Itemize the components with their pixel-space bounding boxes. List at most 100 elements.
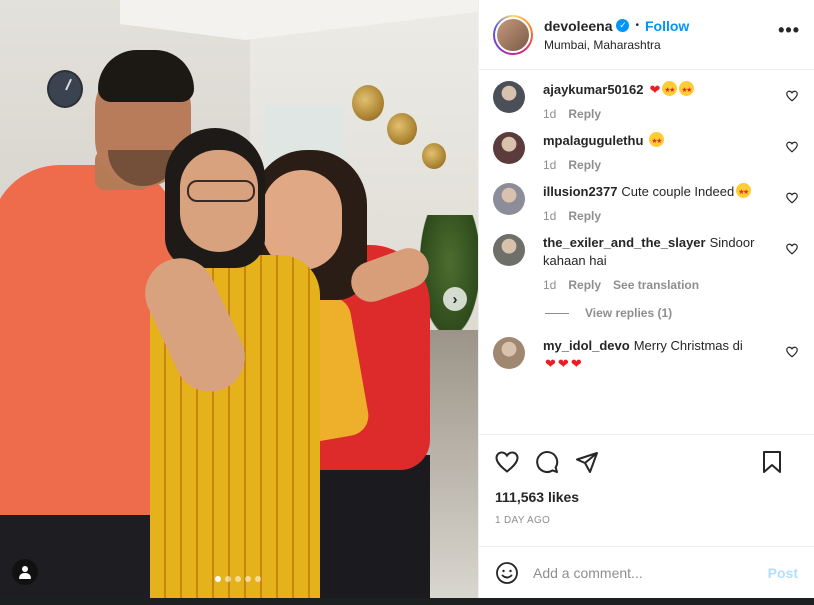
avatar[interactable] [493, 337, 525, 369]
post-header: devoleena ✓ • Follow Mumbai, Maharashtra… [479, 0, 814, 70]
replies-divider [545, 312, 569, 314]
star-struck-emoji-icon [662, 81, 678, 100]
post-side-panel: devoleena ✓ • Follow Mumbai, Maharashtra… [478, 0, 814, 598]
separator-dot: • [635, 20, 639, 31]
photo-figure [310, 455, 430, 598]
like-comment-heart-icon[interactable] [786, 242, 798, 255]
comment-meta: 1d Reply [543, 107, 774, 121]
comment-time[interactable]: 1d [543, 209, 556, 223]
reply-button[interactable]: Reply [568, 107, 601, 121]
comment-input[interactable]: Add a comment... [533, 565, 768, 581]
photo-figure [0, 165, 175, 515]
comment-time[interactable]: 1d [543, 158, 556, 172]
carousel-dot [215, 576, 221, 582]
comment-body: mpalagugulethu 1d Reply [543, 132, 800, 172]
view-replies-label: View replies (1) [585, 306, 673, 320]
comment-item: my_idol_devo Merry Christmas di ❤ ❤ ❤ [493, 337, 800, 373]
like-heart-icon[interactable] [495, 451, 519, 473]
star-struck-emoji-icon [649, 132, 665, 151]
like-comment-heart-icon[interactable] [786, 345, 798, 358]
carousel-dot [235, 576, 241, 582]
share-send-icon[interactable] [575, 450, 599, 474]
like-comment-heart-icon[interactable] [786, 89, 798, 102]
post-actions: 111,563 likes 1 DAY AGO [479, 434, 814, 546]
comment-body: illusion2377 Cute couple Indeed 1d Reply [543, 183, 800, 223]
avatar[interactable] [493, 234, 525, 266]
comment-username[interactable]: the_exiler_and_the_slayer [543, 235, 706, 250]
photo-figure [98, 50, 194, 102]
comment-time[interactable]: 1d [543, 278, 556, 292]
reply-button[interactable]: Reply [568, 209, 601, 223]
comment-text: mpalagugulethu [543, 132, 774, 151]
comment-text: my_idol_devo Merry Christmas di ❤ ❤ ❤ [543, 337, 774, 373]
red-heart-emoji-icon: ❤ [557, 356, 569, 371]
reply-button[interactable]: Reply [568, 158, 601, 172]
comment-spacer [493, 320, 800, 326]
comment-username[interactable]: my_idol_devo [543, 338, 630, 353]
comment-username[interactable]: mpalagugulethu [543, 133, 643, 148]
chevron-right-icon: › [452, 290, 458, 308]
comment-message: Merry Christmas di [633, 338, 743, 353]
brass-plate [422, 143, 446, 169]
more-options-icon[interactable]: ••• [778, 20, 800, 49]
post-comment-button[interactable]: Post [768, 565, 798, 581]
carousel-dot [225, 576, 231, 582]
person-icon-body [19, 573, 31, 579]
comment-body: my_idol_devo Merry Christmas di ❤ ❤ ❤ [543, 337, 800, 373]
comment-message: Cute couple Indeed [621, 184, 735, 199]
comment-username[interactable]: ajaykumar50162 [543, 82, 643, 97]
comment-composer: Add a comment... Post [479, 546, 814, 598]
comment-bubble-icon[interactable] [535, 450, 559, 474]
wall-clock [47, 70, 83, 108]
post-photo[interactable]: › [0, 0, 478, 598]
star-struck-emoji-icon [736, 183, 752, 202]
comment-body: the_exiler_and_the_slayer Sindoor kahaan … [543, 234, 800, 292]
carousel-dot [245, 576, 251, 582]
comment-body: ajaykumar50162 ❤ 1d Reply [543, 81, 800, 121]
comment-username[interactable]: illusion2377 [543, 184, 617, 199]
red-heart-emoji-icon: ❤ [545, 356, 556, 371]
carousel-next-button[interactable]: › [443, 287, 467, 311]
avatar[interactable] [493, 81, 525, 113]
emoji-smiley-icon[interactable] [495, 561, 519, 585]
user-tag-button[interactable] [12, 559, 38, 585]
post-location[interactable]: Mumbai, Maharashtra [544, 38, 778, 52]
carousel-dots [215, 576, 261, 582]
view-replies-button[interactable]: View replies (1) [545, 306, 800, 320]
reply-button[interactable]: Reply [568, 278, 601, 292]
avatar[interactable] [493, 132, 525, 164]
comment-meta: 1d Reply [543, 209, 774, 223]
taskbar-strip [0, 598, 814, 605]
likes-count[interactable]: 111,563 likes [495, 489, 798, 505]
star-struck-emoji-icon [679, 81, 695, 100]
comment-time[interactable]: 1d [543, 107, 556, 121]
avatar[interactable] [495, 16, 531, 53]
author-username[interactable]: devoleena [544, 18, 612, 34]
comment-text: illusion2377 Cute couple Indeed [543, 183, 774, 202]
person-icon [22, 566, 28, 572]
post-header-text: devoleena ✓ • Follow Mumbai, Maharashtra [544, 18, 778, 52]
post-header-top: devoleena ✓ • Follow [544, 18, 778, 34]
like-comment-heart-icon[interactable] [786, 140, 798, 153]
comment-item: the_exiler_and_the_slayer Sindoor kahaan … [493, 234, 800, 292]
like-comment-heart-icon[interactable] [786, 191, 798, 204]
comment-text: ajaykumar50162 ❤ [543, 81, 774, 100]
action-row [495, 435, 798, 489]
red-heart-emoji-icon: ❤ [570, 356, 582, 371]
comment-item: mpalagugulethu 1d Reply [493, 132, 800, 172]
story-ring[interactable] [493, 14, 533, 55]
brass-plate [387, 113, 417, 145]
avatar[interactable] [493, 183, 525, 215]
bookmark-icon[interactable] [762, 451, 782, 473]
see-translation-button[interactable]: See translation [613, 278, 699, 292]
brass-plate [352, 85, 384, 121]
comment-meta: 1d Reply [543, 158, 774, 172]
comment-meta: 1d Reply See translation [543, 278, 774, 292]
comments-list[interactable]: ajaykumar50162 ❤ 1d Reply mpalagugulethu 1d Re… [479, 70, 814, 434]
photo-figure [187, 180, 255, 202]
comment-item: ajaykumar50162 ❤ 1d Reply [493, 81, 800, 121]
red-heart-emoji-icon: ❤ [649, 82, 661, 97]
post-date[interactable]: 1 DAY AGO [495, 515, 798, 526]
comment-item: illusion2377 Cute couple Indeed 1d Reply [493, 183, 800, 223]
follow-button[interactable]: Follow [645, 18, 689, 34]
